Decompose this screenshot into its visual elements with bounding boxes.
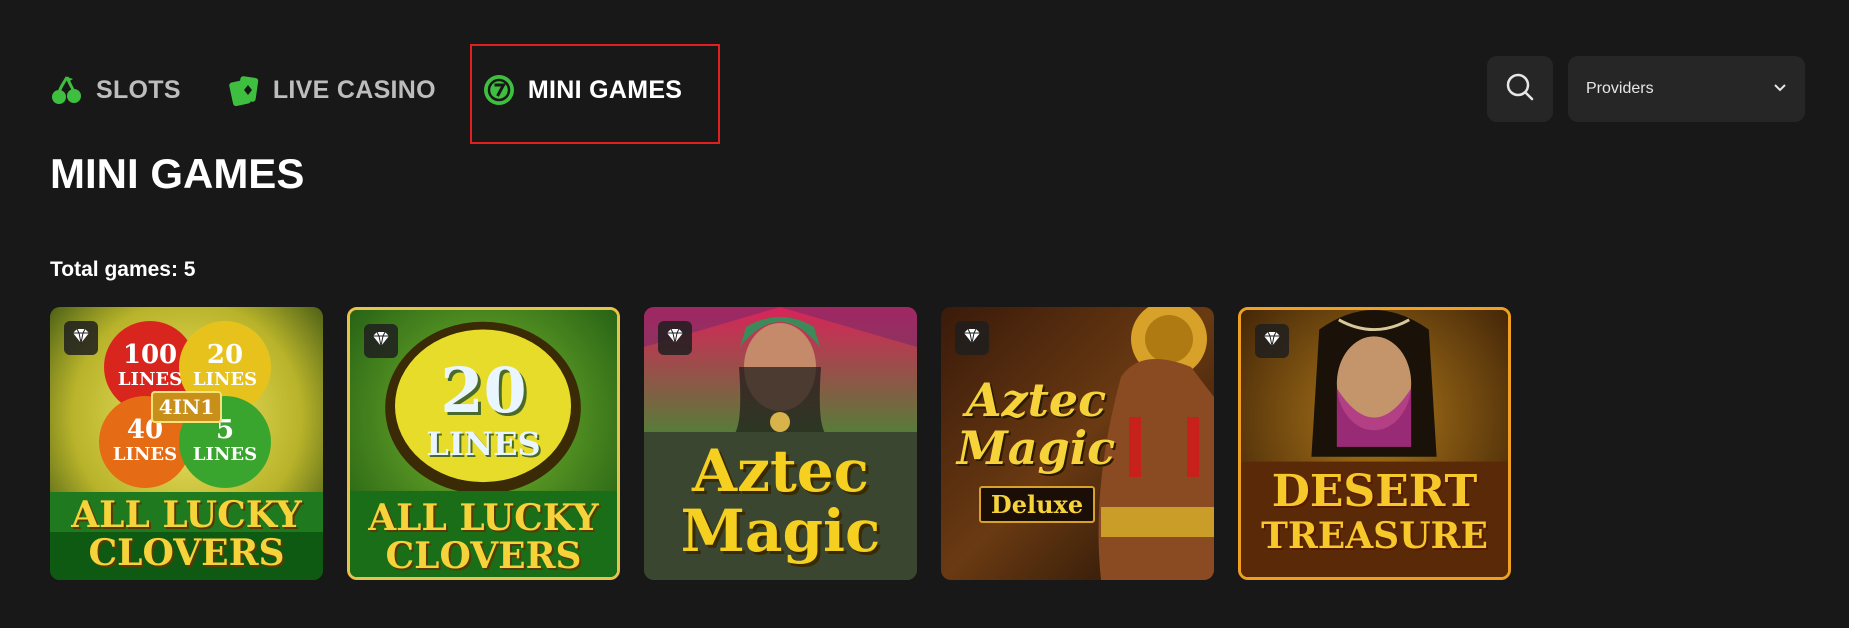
exclusive-badge (364, 324, 398, 358)
game-text: ALL LUCKY (368, 497, 599, 539)
tab-label: SLOTS (96, 75, 181, 104)
game-text: Magic (680, 497, 881, 565)
game-text: Deluxe (978, 486, 1096, 523)
total-games: Total games: 5 (50, 258, 196, 281)
diamond-icon (666, 328, 684, 349)
game-text: CLOVERS (385, 535, 582, 577)
game-card[interactable]: DESERT TREASURE (1238, 307, 1511, 580)
game-card[interactable]: Aztec Magic (644, 307, 917, 580)
game-text: Aztec (692, 437, 869, 505)
providers-dropdown[interactable]: Providers (1568, 56, 1805, 122)
tab-live-casino[interactable]: LIVE CASINO (227, 73, 436, 107)
game-card[interactable]: Aztec Magic Deluxe (941, 307, 1214, 580)
diamond-icon (72, 328, 90, 349)
game-text: Magic (956, 421, 1116, 475)
game-text: 20 (206, 340, 244, 370)
game-text: 20 (440, 354, 527, 427)
game-text: CLOVERS (88, 532, 285, 574)
tab-label: LIVE CASINO (272, 75, 436, 104)
diamond-icon (372, 331, 390, 352)
game-text: LINES (426, 425, 541, 463)
chevron-down-icon (1773, 80, 1787, 98)
active-tab-highlight (470, 44, 720, 144)
games-grid: 100 LINES 20 LINES 40 LINES 5 LINES 4IN1… (50, 307, 1511, 580)
cards-icon (227, 73, 261, 107)
page-title: MINI GAMES (50, 150, 305, 197)
game-text: ALL LUCKY (71, 494, 302, 536)
game-text: 4IN1 (150, 391, 223, 423)
cherry-icon (50, 73, 84, 107)
game-text: TREASURE (1261, 515, 1488, 557)
tab-slots[interactable]: SLOTS (50, 73, 181, 107)
exclusive-badge (955, 321, 989, 355)
search-icon (1505, 72, 1535, 107)
search-button[interactable] (1487, 56, 1553, 122)
exclusive-badge (1255, 324, 1289, 358)
game-text: DESERT (1271, 466, 1478, 517)
game-text: LINES (192, 369, 258, 390)
diamond-icon (1263, 331, 1281, 352)
exclusive-badge (658, 321, 692, 355)
game-text: LINES (192, 444, 258, 465)
game-text: Aztec (965, 373, 1107, 427)
providers-label: Providers (1586, 80, 1654, 97)
diamond-icon (963, 328, 981, 349)
exclusive-badge (64, 321, 98, 355)
game-card[interactable]: 20 LINES ALL LUCKY CLOVERS (347, 307, 620, 580)
game-card[interactable]: 100 LINES 20 LINES 40 LINES 5 LINES 4IN1… (50, 307, 323, 580)
